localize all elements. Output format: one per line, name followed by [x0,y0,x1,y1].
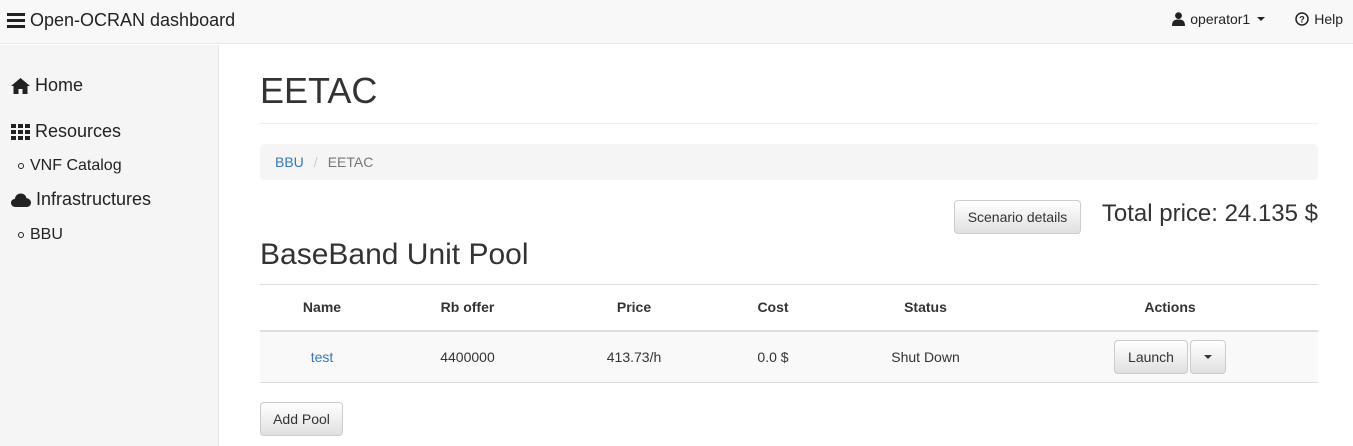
column-header-status: Status [829,284,1022,332]
cell-rb-offer: 4400000 [384,330,551,383]
table-header-row: Name Rb offer Price Cost Status Actions [260,284,1318,332]
section-title: BaseBand Unit Pool [260,238,529,271]
table-row: test 4400000 413.73/h 0.0 $ Shut Down La… [260,330,1318,383]
total-price: Total price: 24.135 $ [1101,200,1318,227]
sidebar-item-label: Resources [35,121,122,141]
sidebar-item-home[interactable]: Home [11,75,83,96]
breadcrumb: BBU / EETAC [260,144,1318,180]
bullet-icon [18,232,24,238]
pool-name-link[interactable]: test [311,349,334,365]
question-circle-icon: ? [1295,12,1309,26]
actions-dropdown-toggle[interactable] [1190,339,1226,374]
user-name: operator1 [1190,11,1251,27]
cell-price: 413.73/h [551,330,717,383]
sidebar-item-resources[interactable]: Resources [11,121,121,142]
cell-actions: Launch [1022,330,1318,383]
cell-cost: 0.0 $ [717,330,829,383]
add-pool-button[interactable]: Add Pool [260,402,343,436]
bullet-icon [18,163,24,169]
user-icon [1172,12,1186,26]
page-title: EETAC [260,70,378,111]
column-header-name: Name [260,284,384,332]
user-menu-dropdown[interactable]: operator1 [1172,11,1266,27]
help-link[interactable]: ? Help [1295,11,1343,27]
brand-link[interactable]: Open-OCRAN dashboard [7,0,235,40]
sidebar-item-infrastructures[interactable]: Infrastructures [11,189,151,210]
cell-name: test [260,330,384,383]
scenario-details-button[interactable]: Scenario details [954,200,1081,234]
sidebar-item-vnf-catalog[interactable]: VNF Catalog [18,157,122,175]
chevron-down-icon [1204,354,1212,359]
grid-icon [11,123,30,140]
sidebar-item-label: Home [35,75,84,95]
actions-button-group: Launch [1114,339,1226,374]
cloud-icon [11,193,31,207]
sidebar-item-label: BBU [30,226,63,243]
column-header-actions: Actions [1022,284,1318,332]
launch-button[interactable]: Launch [1114,339,1188,374]
column-header-price: Price [551,284,717,332]
column-header-cost: Cost [717,284,829,332]
breadcrumb-item-current: EETAC [327,154,374,170]
home-icon [11,77,30,94]
navbar-right: operator1 ? Help [1172,0,1343,38]
sidebar-item-label: VNF Catalog [30,157,122,174]
svg-text:?: ? [1299,15,1305,25]
title-divider [260,123,1318,124]
chevron-down-icon [1257,17,1266,21]
top-navbar: Open-OCRAN dashboard operator1 ? Help [0,0,1353,44]
cell-status: Shut Down [829,330,1022,383]
sidebar-item-bbu[interactable]: BBU [18,226,63,244]
help-label: Help [1314,11,1343,27]
bbu-pool-table: Name Rb offer Price Cost Status Actions … [260,284,1318,383]
brand-title: Open-OCRAN dashboard [30,9,236,30]
breadcrumb-item-bbu[interactable]: BBU [275,154,304,170]
sidebar: Home Resources VNF Catalog Infrastructur… [0,45,219,446]
column-header-rb-offer: Rb offer [384,284,551,332]
menu-icon [7,12,25,28]
sidebar-item-label: Infrastructures [36,189,152,209]
breadcrumb-separator: / [313,154,318,170]
